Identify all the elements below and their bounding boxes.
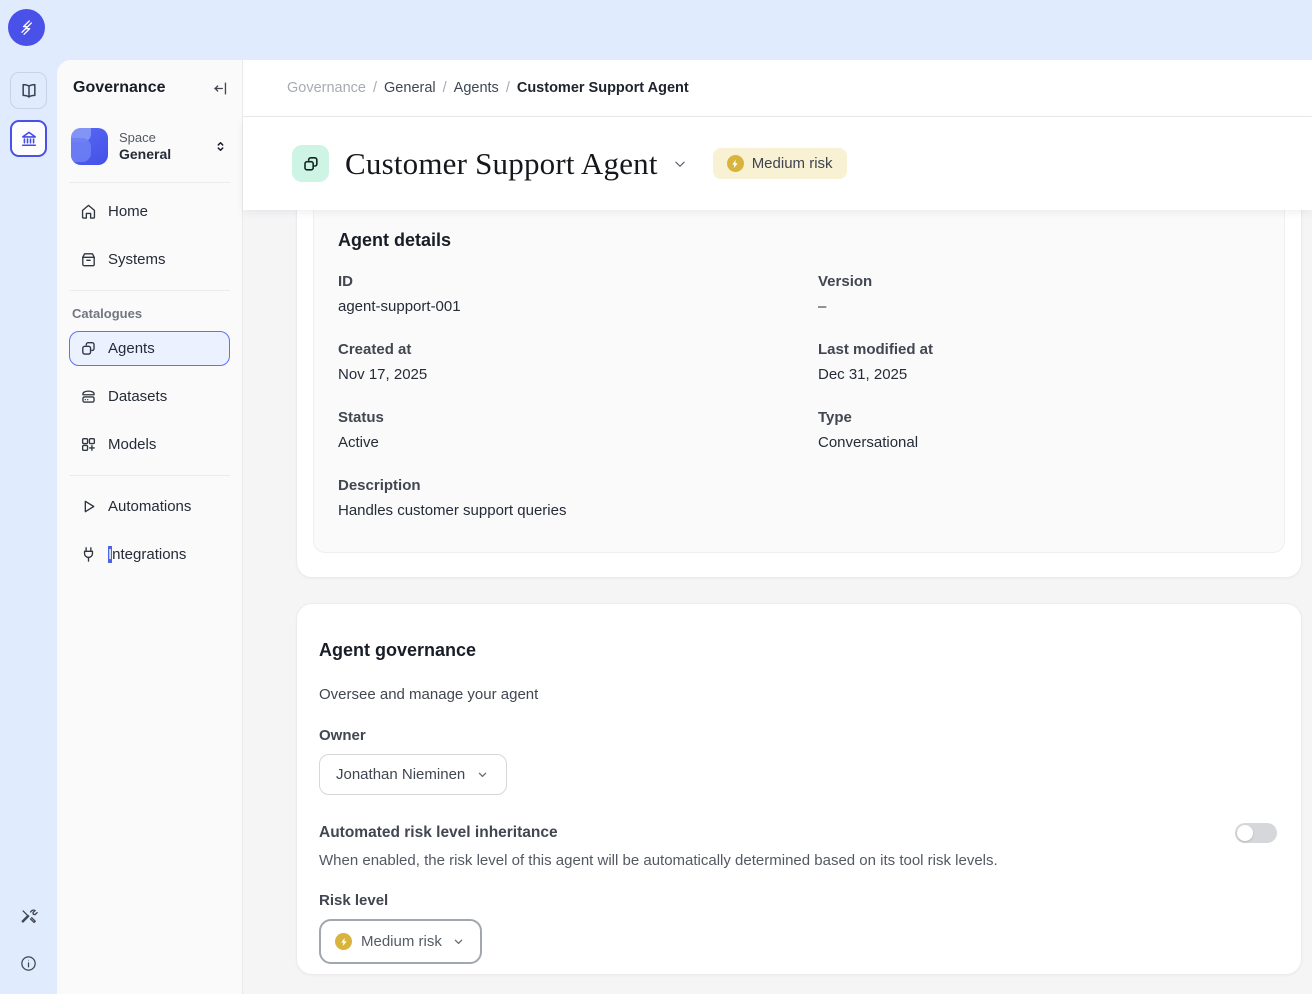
sidebar-nav: Home Systems Catalogues xyxy=(57,183,242,585)
book-icon xyxy=(19,81,39,101)
sidebar-item-models[interactable]: Models xyxy=(69,427,230,462)
icon-rail xyxy=(0,60,57,994)
risk-inheritance-description: When enabled, the risk level of this age… xyxy=(319,852,1277,869)
agent-governance-card: Agent governance Oversee and manage your… xyxy=(296,603,1302,975)
breadcrumb-current: Customer Support Agent xyxy=(517,80,689,96)
space-selector[interactable]: Space General xyxy=(69,124,230,169)
chevron-down-icon xyxy=(671,155,689,173)
sidebar-item-home[interactable]: Home xyxy=(69,194,230,229)
unfold-chevrons-icon xyxy=(213,139,228,154)
space-value: General xyxy=(119,146,202,164)
automations-icon xyxy=(79,497,98,516)
sidebar-item-integrations[interactable]: Integrations xyxy=(69,537,230,572)
card-gap xyxy=(296,578,1302,603)
risk-level-select[interactable]: Medium risk xyxy=(319,919,482,964)
sidebar-item-label: Home xyxy=(108,203,148,220)
chevron-down-icon xyxy=(475,767,490,782)
risk-badge-label: Medium risk xyxy=(752,155,833,172)
space-label: Space xyxy=(119,130,202,146)
breadcrumb-governance[interactable]: Governance xyxy=(287,80,366,96)
governance-rail-button[interactable] xyxy=(10,120,47,157)
lightning-circle-icon xyxy=(727,155,744,172)
tools-button[interactable] xyxy=(12,900,45,933)
owner-label: Owner xyxy=(319,727,1277,744)
sidebar-item-label: Datasets xyxy=(108,388,167,405)
breadcrumb-separator: / xyxy=(373,80,377,96)
breadcrumb: Governance / General / Agents / Customer… xyxy=(243,60,1312,117)
app-shell: Governance Space General xyxy=(57,60,1312,994)
agent-details-card: Agent details ID agent-support-001 Versi… xyxy=(296,210,1302,578)
chevron-down-icon xyxy=(451,934,466,949)
title-dropdown-button[interactable] xyxy=(671,155,689,173)
bank-icon xyxy=(19,129,39,149)
owner-row: Jonathan Nieminen xyxy=(319,754,1277,795)
models-icon xyxy=(79,435,98,454)
field-id: ID agent-support-001 xyxy=(338,273,818,315)
systems-icon xyxy=(79,250,98,269)
sidebar-item-label: Automations xyxy=(108,498,191,515)
risk-level-label: Risk level xyxy=(319,892,1277,909)
field-created-at: Created at Nov 17, 2025 xyxy=(338,341,818,383)
info-button[interactable] xyxy=(12,947,45,980)
sidebar-divider xyxy=(69,290,230,291)
logo-squiggle-icon xyxy=(16,17,37,38)
agent-details-title: Agent details xyxy=(338,230,1260,251)
field-description: Description Handles customer support que… xyxy=(338,477,1260,519)
sidebar-item-label: Systems xyxy=(108,251,166,268)
home-icon xyxy=(79,202,98,221)
docs-rail-button[interactable] xyxy=(10,72,47,109)
info-icon xyxy=(19,954,38,973)
field-status: Status Active xyxy=(338,409,818,451)
page-title: Customer Support Agent xyxy=(345,146,658,182)
sidebar-item-label: Models xyxy=(108,436,156,453)
risk-inheritance-row: Automated risk level inheritance xyxy=(319,823,1277,843)
main-area: Governance / General / Agents / Customer… xyxy=(243,60,1312,994)
sidebar-header: Governance xyxy=(57,60,242,116)
tools-icon xyxy=(19,907,38,926)
sidebar-title: Governance xyxy=(73,79,165,97)
space-avatar xyxy=(71,128,108,165)
risk-inheritance-label: Automated risk level inheritance xyxy=(319,824,558,842)
agent-details-panel: Agent details ID agent-support-001 Versi… xyxy=(313,210,1285,553)
field-last-modified: Last modified at Dec 31, 2025 xyxy=(818,341,1260,383)
field-type: Type Conversational xyxy=(818,409,1260,451)
toggle-knob xyxy=(1237,825,1253,841)
datasets-icon xyxy=(79,387,98,406)
risk-inheritance-toggle[interactable] xyxy=(1235,823,1277,843)
agent-governance-title: Agent governance xyxy=(319,640,1277,661)
agent-details-grid: ID agent-support-001 Version – Created a… xyxy=(338,273,1260,545)
sidebar: Governance Space General xyxy=(57,60,243,994)
collapse-panel-icon xyxy=(212,80,229,97)
breadcrumb-agents[interactable]: Agents xyxy=(454,80,499,96)
sidebar-item-automations[interactable]: Automations xyxy=(69,489,230,524)
breadcrumb-separator: / xyxy=(506,80,510,96)
agent-type-icon xyxy=(292,145,329,182)
app-logo-button[interactable] xyxy=(8,9,45,46)
plug-icon xyxy=(79,545,98,564)
agent-governance-subtitle: Oversee and manage your agent xyxy=(319,686,1277,703)
sidebar-item-agents[interactable]: Agents xyxy=(69,331,230,366)
risk-badge: Medium risk xyxy=(713,148,847,179)
page-header: Customer Support Agent Medium risk xyxy=(243,117,1312,210)
sidebar-item-systems[interactable]: Systems xyxy=(69,242,230,277)
sidebar-divider xyxy=(69,475,230,476)
breadcrumb-separator: / xyxy=(443,80,447,96)
sidebar-item-datasets[interactable]: Datasets xyxy=(69,379,230,414)
sidebar-item-label: Agents xyxy=(108,340,155,357)
owner-select-value: Jonathan Nieminen xyxy=(336,766,465,783)
risk-level-value: Medium risk xyxy=(361,933,442,950)
breadcrumb-general[interactable]: General xyxy=(384,80,436,96)
lightning-circle-icon xyxy=(335,933,352,950)
field-version: Version – xyxy=(818,273,1260,315)
catalogues-section-label: Catalogues xyxy=(72,306,230,321)
sidebar-item-label: Integrations xyxy=(108,546,186,563)
page-content: Agent details ID agent-support-001 Versi… xyxy=(243,210,1312,994)
owner-select[interactable]: Jonathan Nieminen xyxy=(319,754,507,795)
collapse-sidebar-button[interactable] xyxy=(212,80,229,97)
agents-icon xyxy=(79,339,98,358)
